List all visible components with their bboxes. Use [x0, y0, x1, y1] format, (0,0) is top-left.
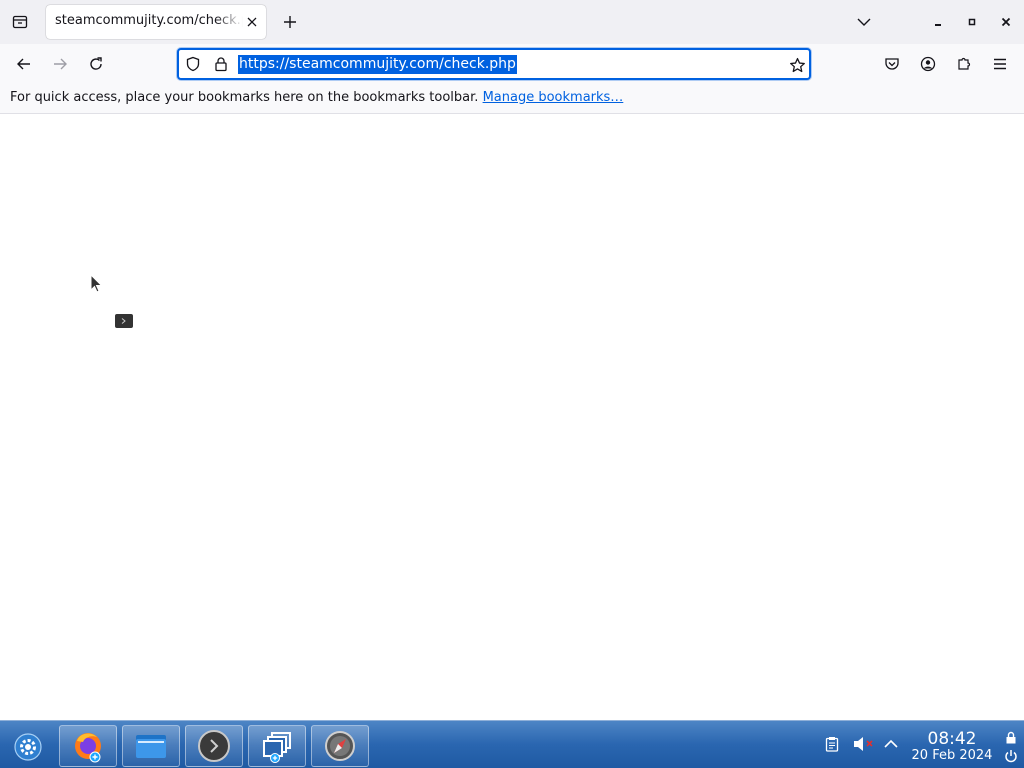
account-button[interactable]: [916, 52, 940, 76]
taskbar-firefox[interactable]: [59, 725, 117, 767]
power-icon[interactable]: [1003, 748, 1019, 764]
close-icon: [247, 17, 257, 27]
back-button[interactable]: [12, 52, 36, 76]
bookmarks-empty-message: For quick access, place your bookmarks h…: [10, 90, 479, 105]
firefox-view-icon: [12, 15, 28, 29]
page-content: [0, 114, 1024, 720]
hamburger-menu-icon: [994, 58, 1006, 70]
app-menu-button[interactable]: [988, 52, 1012, 76]
manage-bookmarks-link[interactable]: Manage bookmarks…: [483, 90, 624, 105]
pocket-icon: [885, 58, 899, 70]
extensions-button[interactable]: [952, 52, 976, 76]
clock-time[interactable]: 08:42: [910, 729, 994, 749]
new-tab-button[interactable]: [278, 10, 302, 34]
tab-strip: steamcommujity.com/check.php: [0, 0, 1024, 44]
lock-icon[interactable]: [213, 56, 229, 72]
star-icon: [789, 57, 805, 72]
arrow-right-icon: [54, 58, 67, 70]
close-window-button[interactable]: [994, 10, 1018, 34]
navigation-toolbar: https://steamcommujity.com/check.php: [0, 44, 1024, 84]
reload-button[interactable]: [84, 52, 108, 76]
firefox-icon: [75, 733, 101, 763]
minimize-button[interactable]: [926, 10, 950, 34]
tab-close-button[interactable]: [244, 14, 260, 30]
terminal-icon: [198, 730, 230, 762]
pocket-button[interactable]: [880, 52, 904, 76]
account-icon: [920, 56, 936, 72]
puzzle-icon: [958, 57, 971, 70]
taskbar-browser-compass[interactable]: [311, 725, 369, 767]
list-all-tabs-button[interactable]: [852, 10, 876, 34]
start-menu-button[interactable]: [4, 727, 52, 767]
volume-muted-icon[interactable]: [852, 735, 876, 753]
browser-compass-icon: [325, 731, 355, 761]
terminal-prompt-icon: [115, 314, 133, 328]
url-input[interactable]: https://steamcommujity.com/check.php: [238, 55, 517, 74]
firefox-view-button[interactable]: [8, 10, 32, 34]
clipboard-icon[interactable]: [823, 735, 841, 753]
taskbar: 08:42 20 Feb 2024: [0, 720, 1024, 768]
chevron-down-icon: [857, 18, 871, 26]
taskbar-window-switcher[interactable]: [248, 725, 306, 767]
tracking-protection-shield-icon[interactable]: [185, 56, 201, 72]
maximize-icon: [968, 18, 976, 26]
clock-date[interactable]: 20 Feb 2024: [906, 748, 998, 763]
chevron-up-icon[interactable]: [882, 735, 900, 753]
tab-title: steamcommujity.com/check.php: [55, 13, 243, 28]
address-bar[interactable]: https://steamcommujity.com/check.php: [177, 48, 811, 80]
bookmarks-toolbar: For quick access, place your bookmarks h…: [0, 84, 1024, 114]
gear-icon: [14, 733, 42, 761]
bookmark-star-button[interactable]: [788, 56, 806, 74]
forward-button[interactable]: [48, 52, 72, 76]
minimize-icon: [935, 24, 941, 26]
lock-screen-icon[interactable]: [1003, 730, 1019, 744]
browser-window: steamcommujity.com/check.php: [0, 0, 1024, 720]
tab-active[interactable]: steamcommujity.com/check.php: [46, 5, 266, 39]
arrow-left-icon: [17, 58, 30, 70]
plus-icon: [284, 16, 296, 28]
taskbar-terminal[interactable]: [185, 725, 243, 767]
mouse-pointer-icon: [90, 274, 103, 293]
file-manager-icon: [136, 735, 166, 758]
maximize-button[interactable]: [960, 10, 984, 34]
windows-icon: [263, 732, 291, 763]
taskbar-file-manager[interactable]: [122, 725, 180, 767]
reload-icon: [90, 57, 102, 70]
close-icon: [1001, 17, 1011, 27]
